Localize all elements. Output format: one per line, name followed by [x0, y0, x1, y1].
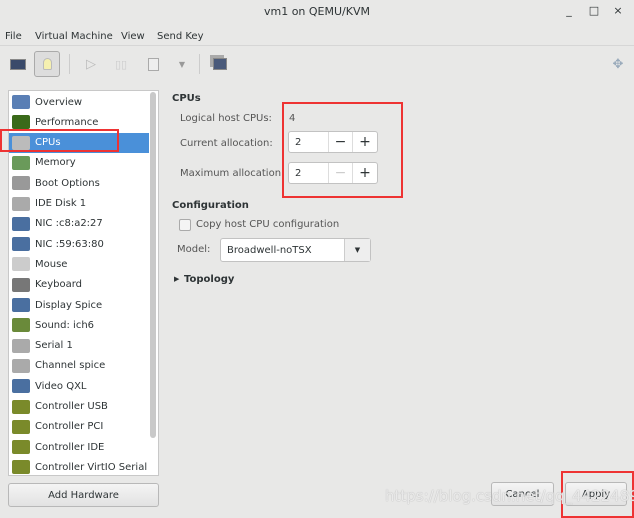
sidebar-item-label: Controller VirtIO Serial	[35, 461, 148, 473]
sidebar-item-label: Memory	[35, 157, 76, 169]
device-icon	[12, 176, 30, 191]
sidebar-item-nic-c8-a2-27[interactable]: NIC :c8:a2:27	[9, 214, 149, 234]
device-icon	[12, 237, 30, 252]
shutdown-icon[interactable]	[140, 51, 166, 77]
cpus-header: CPUs	[172, 93, 201, 104]
sidebar-item-controller-pci[interactable]: Controller PCI	[9, 417, 149, 437]
device-icon	[12, 257, 30, 272]
sidebar-item-memory[interactable]: Memory	[9, 153, 149, 173]
sidebar-item-channel-spice[interactable]: Channel spice	[9, 356, 149, 376]
sidebar-item-label: Channel spice	[35, 360, 106, 372]
title-bar: vm1 on QEMU/KVM _ □ ×	[0, 0, 634, 26]
sidebar-item-label: Controller IDE	[35, 441, 105, 453]
details-lightbulb-icon[interactable]	[34, 51, 60, 77]
device-icon	[12, 196, 30, 211]
sidebar-item-controller-ide[interactable]: Controller IDE	[9, 437, 149, 457]
device-icon	[12, 318, 30, 333]
sidebar-item-ide-disk-1[interactable]: IDE Disk 1	[9, 194, 149, 214]
highlight-box-allocation	[282, 102, 403, 198]
sidebar-item-label: Sound: ich6	[35, 319, 95, 331]
configuration-header: Configuration	[172, 200, 249, 211]
watermark: https://blog.csdn.net/qq_44224894	[385, 487, 634, 505]
sidebar-item-serial-1[interactable]: Serial 1	[9, 336, 149, 356]
sidebar-item-label: NIC :c8:a2:27	[35, 218, 103, 230]
device-icon	[12, 95, 30, 109]
add-hardware-button[interactable]: Add Hardware	[8, 483, 159, 507]
sidebar-item-mouse[interactable]: Mouse	[9, 254, 149, 274]
sidebar-item-label: Serial 1	[35, 340, 73, 352]
menu-view[interactable]: View	[121, 31, 145, 42]
sidebar-item-controller-virtio-serial[interactable]: Controller VirtIO Serial	[9, 457, 149, 477]
sidebar-item-keyboard[interactable]: Keyboard	[9, 275, 149, 295]
sidebar-item-label: NIC :59:63:80	[35, 238, 104, 250]
device-icon	[12, 338, 30, 353]
sidebar-item-boot-options[interactable]: Boot Options	[9, 173, 149, 193]
sidebar-item-sound-ich6[interactable]: Sound: ich6	[9, 315, 149, 335]
sidebar-item-controller-usb[interactable]: Controller USB	[9, 397, 149, 417]
console-monitor-icon[interactable]	[5, 51, 31, 77]
menu-file[interactable]: File	[5, 31, 22, 42]
minimize-button[interactable]: _	[562, 4, 576, 17]
chevron-down-icon[interactable]: ▼	[344, 239, 370, 261]
sidebar-item-label: Mouse	[35, 258, 68, 270]
toolbar: ▷ ▯▯ ▼ ✥	[0, 48, 634, 80]
device-icon	[12, 216, 30, 231]
sidebar-item-label: Controller PCI	[35, 421, 104, 433]
device-icon	[12, 460, 30, 475]
model-value[interactable]: Broadwell-noTSX	[221, 239, 344, 261]
device-icon	[12, 358, 30, 373]
sidebar-item-video-qxl[interactable]: Video QXL	[9, 376, 149, 396]
fullscreen-icon[interactable]: ✥	[605, 51, 631, 77]
device-icon	[12, 419, 30, 434]
menu-virtual-machine[interactable]: Virtual Machine	[35, 31, 113, 42]
model-label: Model:	[177, 244, 211, 255]
sidebar-item-label: Boot Options	[35, 177, 100, 189]
device-icon	[12, 277, 30, 292]
sidebar-item-label: Display Spice	[35, 299, 103, 311]
sidebar-scrollbar[interactable]	[150, 92, 156, 438]
device-icon	[12, 298, 30, 312]
device-icon	[12, 379, 30, 394]
device-icon	[12, 399, 30, 414]
sidebar-item-label: Overview	[35, 96, 83, 108]
sidebar-item-overview[interactable]: Overview	[9, 92, 149, 112]
topology-expander[interactable]: Topology	[184, 274, 234, 285]
sidebar-item-label: Controller USB	[35, 401, 108, 412]
maximize-button[interactable]: □	[587, 4, 601, 17]
window-title: vm1 on QEMU/KVM	[263, 5, 370, 18]
device-icon	[12, 440, 30, 455]
current-allocation-label: Current allocation:	[180, 138, 273, 149]
toolbar-separator	[199, 54, 200, 74]
menu-send-key[interactable]: Send Key	[157, 31, 204, 42]
shutdown-dropdown-icon[interactable]: ▼	[169, 51, 195, 77]
maximum-allocation-label: Maximum allocation:	[180, 168, 285, 179]
menu-bar: File Virtual Machine View Send Key	[0, 28, 634, 46]
model-combobox[interactable]: Broadwell-noTSX ▼	[220, 238, 371, 262]
device-icon	[12, 155, 30, 170]
logical-host-cpus-label: Logical host CPUs:	[180, 113, 272, 124]
sidebar-item-label: IDE Disk 1	[35, 198, 87, 209]
run-icon[interactable]: ▷	[78, 51, 104, 77]
sidebar-item-label: Keyboard	[35, 279, 83, 291]
pause-icon[interactable]: ▯▯	[108, 51, 134, 77]
toolbar-separator	[69, 54, 70, 74]
copy-host-checkbox[interactable]	[179, 219, 191, 231]
device-icon	[12, 115, 30, 130]
copy-host-label[interactable]: Copy host CPU configuration	[196, 219, 339, 230]
sidebar-item-nic-59-63-80[interactable]: NIC :59:63:80	[9, 234, 149, 254]
snapshots-icon[interactable]	[207, 51, 233, 77]
expander-arrow-icon[interactable]: ▶	[174, 275, 179, 283]
highlight-box-cpus	[0, 129, 119, 152]
sidebar-item-label: Performance	[35, 116, 99, 128]
sidebar-item-display-spice[interactable]: Display Spice	[9, 295, 149, 315]
close-button[interactable]: ×	[611, 4, 625, 17]
sidebar-item-label: Video QXL	[35, 380, 87, 392]
